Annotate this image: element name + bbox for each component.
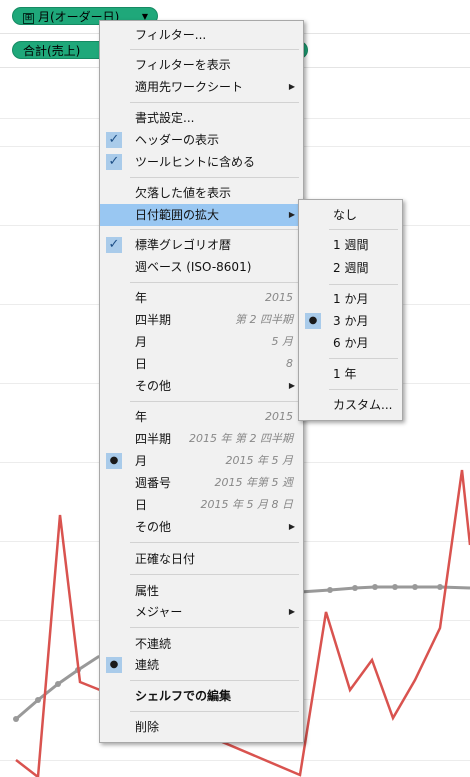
menu-item-discrete-year[interactable]: 年 2015	[100, 287, 303, 309]
menu-item-apply-to-worksheets[interactable]: 適用先ワークシート ▶	[100, 76, 303, 98]
radio-selected-icon: ●	[106, 453, 122, 469]
submenu-arrow-icon: ▶	[288, 522, 295, 531]
menu-item-format[interactable]: 書式設定...	[100, 107, 303, 129]
menu-separator	[130, 102, 299, 103]
menu-separator	[130, 229, 299, 230]
menu-separator	[329, 389, 398, 390]
menu-separator	[130, 711, 299, 712]
radio-selected-icon: ●	[305, 313, 321, 329]
rows-pill-label: 合計(売上)	[23, 44, 81, 58]
menu-separator	[329, 358, 398, 359]
menu-item-show-missing-values[interactable]: 欠落した値を表示	[100, 182, 303, 204]
menu-item-continuous-quarter[interactable]: 四半期 2015 年 第 2 四半期	[100, 428, 303, 450]
menu-separator	[130, 401, 299, 402]
menu-separator	[130, 177, 299, 178]
menu-separator	[130, 574, 299, 575]
menu-item-discrete-quarter[interactable]: 四半期第 2 四半期	[100, 309, 303, 331]
menu-separator	[130, 627, 299, 628]
submenu-arrow-icon: ▶	[288, 381, 295, 390]
menu-separator	[130, 282, 299, 283]
menu-item-show-filter[interactable]: フィルターを表示	[100, 54, 303, 76]
radio-selected-icon: ●	[106, 657, 122, 673]
submenu-item-none[interactable]: なし	[299, 204, 402, 226]
submenu-arrow-icon: ▶	[288, 82, 295, 91]
menu-item-attribute[interactable]: 属性	[100, 580, 303, 602]
submenu-item-1-month[interactable]: 1 か月	[299, 288, 402, 310]
extend-date-range-submenu: なし 1 週間 2 週間 1 か月 ● 3 か月 6 か月 1 年 カスタム...	[298, 199, 403, 421]
menu-item-continuous-more[interactable]: その他 ▶	[100, 516, 303, 538]
menu-item-extend-date-range[interactable]: 日付範囲の拡大 ▶	[100, 204, 303, 226]
pill-context-menu: フィルター... フィルターを表示 適用先ワークシート ▶ 書式設定... ✓ ヘッ…	[99, 20, 304, 743]
submenu-item-1-year[interactable]: 1 年	[299, 363, 402, 385]
menu-item-exact-date[interactable]: 正確な日付	[100, 548, 303, 570]
menu-item-continuous-month[interactable]: ● 月 2015 年 5 月	[100, 450, 303, 472]
check-icon: ✓	[106, 237, 122, 253]
menu-item-include-in-tooltip[interactable]: ✓ ツールヒントに含める	[100, 151, 303, 173]
expand-icon[interactable]: ⊞	[23, 13, 34, 24]
menu-item-remove[interactable]: 削除	[100, 716, 303, 738]
menu-separator	[130, 542, 299, 543]
menu-item-continuous-week[interactable]: 週番号 2015 年第 5 週	[100, 472, 303, 494]
menu-item-show-header[interactable]: ✓ ヘッダーの表示	[100, 129, 303, 151]
menu-separator	[329, 284, 398, 285]
menu-item-discrete-day[interactable]: 日8	[100, 353, 303, 375]
menu-separator	[329, 229, 398, 230]
submenu-item-1-week[interactable]: 1 週間	[299, 234, 402, 256]
menu-separator	[130, 49, 299, 50]
submenu-arrow-icon: ▶	[288, 607, 295, 616]
menu-item-filter[interactable]: フィルター...	[100, 24, 303, 46]
menu-item-standard-gregorian[interactable]: ✓ 標準グレゴリオ暦	[100, 234, 303, 256]
submenu-item-2-weeks[interactable]: 2 週間	[299, 257, 402, 279]
menu-item-discrete[interactable]: 不連続	[100, 633, 303, 655]
check-icon: ✓	[106, 154, 122, 170]
submenu-item-custom[interactable]: カスタム...	[299, 394, 402, 416]
menu-item-continuous[interactable]: ● 連続	[100, 654, 303, 676]
menu-item-continuous-year[interactable]: 年 2015	[100, 406, 303, 428]
menu-separator	[130, 680, 299, 681]
menu-item-discrete-month[interactable]: 月5 月	[100, 331, 303, 353]
menu-item-discrete-more[interactable]: その他 ▶	[100, 375, 303, 397]
submenu-item-3-months[interactable]: ● 3 か月	[299, 310, 402, 332]
menu-item-edit-in-shelf[interactable]: シェルフでの編集	[100, 685, 303, 707]
menu-item-iso-week[interactable]: 週ベース (ISO-8601)	[100, 256, 303, 278]
submenu-item-6-months[interactable]: 6 か月	[299, 332, 402, 354]
check-icon: ✓	[106, 132, 122, 148]
submenu-arrow-icon: ▶	[288, 210, 295, 219]
menu-item-measure[interactable]: メジャー ▶	[100, 601, 303, 623]
menu-item-continuous-day[interactable]: 日 2015 年 5 月 8 日	[100, 494, 303, 516]
